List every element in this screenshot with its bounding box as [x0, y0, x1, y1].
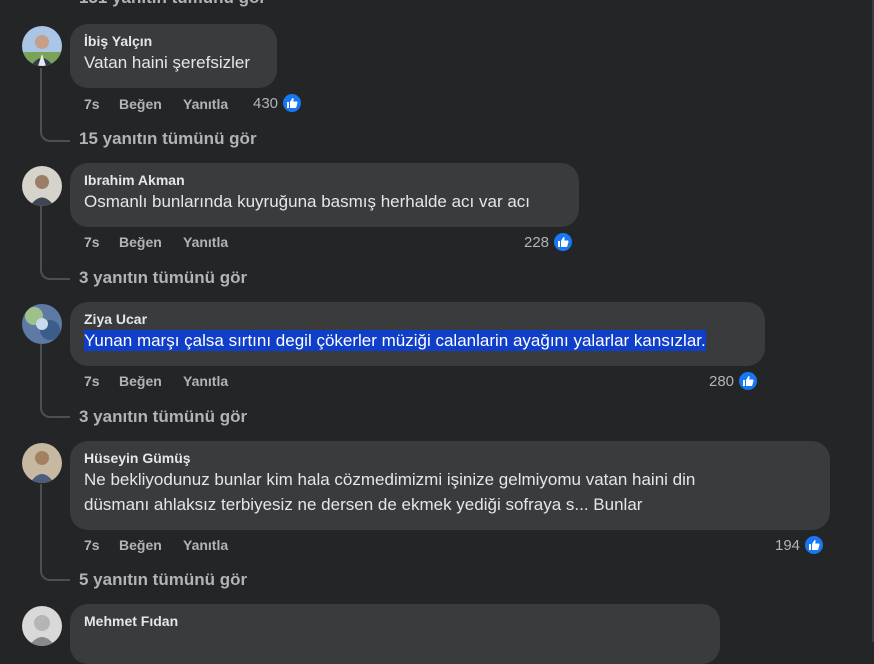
timestamp[interactable]: 7s [84, 373, 100, 389]
view-replies-link[interactable]: 3 yanıtın tümünü gör [79, 407, 247, 427]
view-replies-link[interactable]: 5 yanıtın tümünü gör [79, 570, 247, 590]
comment-author[interactable]: Hüseyin Gümüş [84, 449, 816, 467]
like-count: 228 [524, 233, 550, 251]
comment-text-line: Ne bekliyodunuz bunlar kim hala cözmedim… [84, 470, 696, 489]
avatar[interactable] [22, 26, 62, 66]
selected-text: Yunan marşı çalsa sırtını degil çökerler… [84, 330, 706, 351]
comment-text: Yunan marşı çalsa sırtını degil çökerler… [84, 328, 751, 353]
thumbs-up-icon [552, 231, 575, 253]
thread-connector [40, 128, 70, 142]
comment-bubble: Ibrahim Akman Osmanlı bunlarında kuyruğu… [70, 163, 579, 227]
reaction-count[interactable]: 430 [253, 92, 304, 114]
thread-connector [40, 266, 70, 280]
reply-button[interactable]: Yanıtla [183, 234, 228, 250]
timestamp[interactable]: 7s [84, 96, 100, 112]
like-button[interactable]: Beğen [119, 373, 162, 389]
timestamp[interactable]: 7s [84, 234, 100, 250]
reply-button[interactable]: Yanıtla [183, 537, 228, 553]
comment-author[interactable]: İbiş Yalçın [84, 32, 263, 50]
reaction-count[interactable]: 280 [709, 370, 760, 392]
view-replies-link[interactable]: 3 yanıtın tümünü gör [79, 268, 247, 288]
reaction-count[interactable]: 194 [775, 534, 826, 556]
reply-button[interactable]: Yanıtla [183, 96, 228, 112]
comment-text-line: düsmanı ahlaksız terbiyesiz ne dersen de… [84, 495, 643, 514]
thumbs-up-icon [737, 370, 760, 392]
like-count: 280 [709, 372, 735, 390]
comment-bubble: Mehmet Fıdan [70, 604, 720, 664]
thread-line [40, 344, 42, 406]
thread-line [40, 206, 42, 268]
comment-text: Osmanlı bunlarında kuyruğuna basmış herh… [84, 192, 531, 211]
comment-bubble: Hüseyin Gümüş Ne bekliyodunuz bunlar kim… [70, 441, 830, 530]
like-count: 194 [775, 536, 801, 554]
view-replies-link-partial[interactable]: 151 yanıtın tümünü gör [79, 0, 266, 8]
thumbs-up-icon [281, 92, 304, 114]
like-button[interactable]: Beğen [119, 537, 162, 553]
reaction-count[interactable]: 228 [524, 231, 575, 253]
comment-text: Vatan haini şerefsizler [84, 53, 250, 72]
like-count: 430 [253, 94, 279, 112]
comment-author[interactable]: Mehmet Fıdan [84, 612, 706, 630]
timestamp[interactable]: 7s [84, 537, 100, 553]
thumbs-up-icon [803, 534, 826, 556]
avatar[interactable] [22, 606, 62, 646]
thread-line [40, 68, 42, 130]
comment-bubble: İbiş Yalçın Vatan haini şerefsizler [70, 24, 277, 88]
thread-line [40, 484, 42, 570]
avatar[interactable] [22, 304, 62, 344]
view-replies-link[interactable]: 15 yanıtın tümünü gör [79, 129, 257, 149]
avatar[interactable] [22, 443, 62, 483]
comment-author[interactable]: Ibrahim Akman [84, 171, 565, 189]
reply-button[interactable]: Yanıtla [183, 373, 228, 389]
comment-author[interactable]: Ziya Ucar [84, 310, 751, 328]
comment-bubble: Ziya Ucar Yunan marşı çalsa sırtını degi… [70, 302, 765, 366]
thread-connector [40, 567, 70, 581]
like-button[interactable]: Beğen [119, 234, 162, 250]
avatar[interactable] [22, 166, 62, 206]
thread-connector [40, 404, 70, 418]
like-button[interactable]: Beğen [119, 96, 162, 112]
